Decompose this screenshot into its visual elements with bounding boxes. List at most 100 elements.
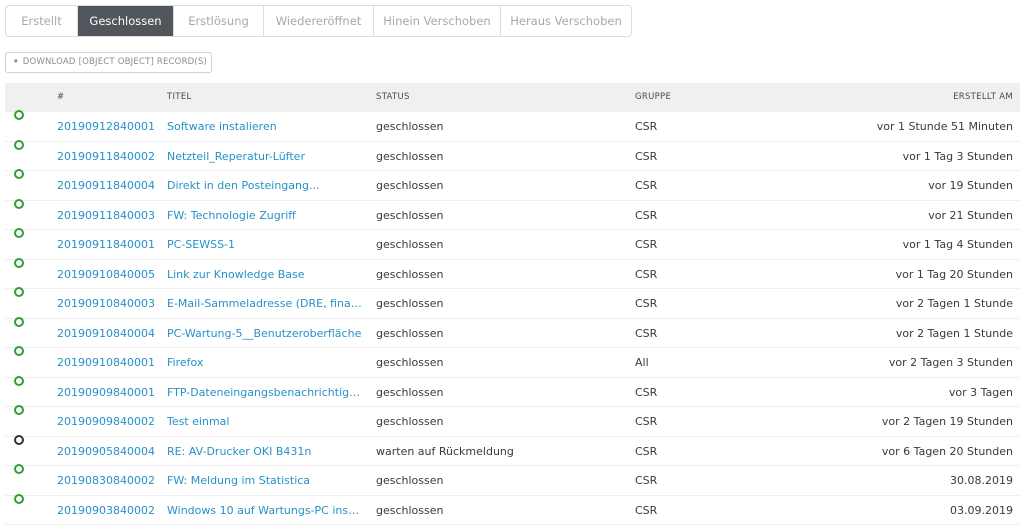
table-row[interactable]: 20190909840001 FTP-Dateneingangsbenachric… [5,375,1020,407]
ticket-title-link[interactable]: Test einmal [167,407,363,436]
ticket-group: CSR [635,385,658,399]
table-row[interactable]: 20190905840004 RE: AV-Drucker OKI B431n wa… [5,434,1020,466]
download-label: DOWNLOAD [OBJECT OBJECT] RECORD(S) [22,57,208,67]
table-row[interactable]: 20190911840004 Direkt in den Posteingang.… [5,169,1020,201]
tab-erstellt[interactable]: Erstellt [6,6,77,36]
ticket-status: geschlossen [376,385,444,399]
ticket-title-link[interactable]: PC-SEWSS-1 [167,230,363,259]
ticket-group: CSR [635,503,658,517]
ticket-title-link[interactable]: Windows 10 auf Wartungs-PC installier... [167,496,363,525]
ticket-number-link[interactable]: 20190911840002 [57,142,155,171]
column-title[interactable]: TITEL [167,83,363,112]
ticket-status: geschlossen [376,356,444,369]
ticket-created: vor 1 Tag 4 Stunden [902,238,1013,251]
ticket-group: CSR [635,326,658,340]
ticket-number-link[interactable]: 20190909840001 [57,378,155,407]
download-icon: 🠻 [13,57,19,67]
ticket-status: geschlossen [376,474,444,487]
table-row[interactable]: 20190903840002 Windows 10 auf Wartungs-PC… [5,493,1020,525]
column-group[interactable]: GRUPPE [635,83,671,112]
ticket-number-link[interactable]: 20190912840001 [57,112,155,141]
status-circle-icon [14,198,24,209]
ticket-number-link[interactable]: 20190910840003 [57,289,155,318]
table-row[interactable]: 20190910840005 Link zur Knowledge Base ges… [5,257,1020,289]
ticket-status: geschlossen [376,149,444,163]
ticket-title-link[interactable]: Firefox [167,348,363,377]
status-circle-icon [14,169,24,179]
ticket-title-link[interactable]: Direkt in den Posteingang... [167,171,363,200]
ticket-created: vor 2 Tagen 19 Stunden [881,415,1013,428]
ticket-title-link[interactable]: Software instalieren [167,112,363,141]
column-created[interactable]: ERSTELLT AM [953,83,1013,112]
ticket-status: geschlossen [376,503,444,517]
ticket-created: vor 3 Tagen [948,385,1013,399]
ticket-number-link[interactable]: 20190911840003 [57,201,155,230]
ticket-number-link[interactable]: 20190905840004 [57,437,155,466]
ticket-group: CSR [635,149,658,163]
ticket-group: CSR [635,208,658,222]
ticket-title-link[interactable]: Netzteil_Reperatur-Lüfter [167,142,363,171]
ticket-created: vor 6 Tagen 20 Stunden [881,444,1013,458]
ticket-number-link[interactable]: 20190910840005 [57,260,155,289]
ticket-title-link[interactable]: E-Mail-Sammeladresse (DRE, final etc):..… [167,289,363,318]
tab-heraus-verschoben[interactable]: Heraus Verschoben [500,6,631,36]
ticket-group: CSR [635,444,658,458]
ticket-status: geschlossen [376,326,444,340]
table-row[interactable]: 20190830840002 FW: Meldung im Statistica g… [5,464,1020,496]
tab-wiedereroeffnet[interactable]: Wiedereröffnet [263,6,373,36]
column-number[interactable]: # [57,83,64,112]
table-body: 20190912840001 Software instalieren geschl… [5,110,1020,525]
table-row[interactable]: 20190911840001 PC-SEWSS-1 geschlossen CSR vo… [5,228,1020,260]
ticket-title-link[interactable]: FW: Technologie Zugriff [167,201,363,230]
ticket-status: geschlossen [376,179,444,192]
ticket-status: geschlossen [376,415,444,428]
ticket-title-link[interactable]: PC-Wartung-5__Benutzeroberfläche [167,319,363,348]
table-row[interactable]: 20190912840001 Software instalieren geschl… [5,110,1020,142]
ticket-group: CSR [635,415,658,428]
ticket-number-link[interactable]: 20190911840001 [57,230,155,259]
status-circle-icon [14,287,24,297]
download-button[interactable]: 🠻 DOWNLOAD [OBJECT OBJECT] RECORD(S) [5,52,212,73]
ticket-number-link[interactable]: 20190830840002 [57,466,155,495]
status-circle-icon [14,405,24,415]
status-circle-icon [14,434,24,445]
ticket-title-link[interactable]: Link zur Knowledge Base [167,260,363,289]
tab-geschlossen[interactable]: Geschlossen [77,6,173,36]
table-row[interactable]: 20190910840003 E-Mail-Sammeladresse (DRE,… [5,287,1020,319]
table-row[interactable]: 20190911840002 Netzteil_Reperatur-Lüfter g… [5,139,1020,171]
tab-hinein-verschoben[interactable]: Hinein Verschoben [373,6,500,36]
ticket-status: geschlossen [376,208,444,222]
ticket-number-link[interactable]: 20190910840001 [57,348,155,377]
ticket-created: vor 2 Tagen 3 Stunden [888,356,1013,369]
column-status[interactable]: STATUS [376,83,410,112]
ticket-number-link[interactable]: 20190911840004 [57,171,155,200]
ticket-status: geschlossen [376,297,444,310]
ticket-group: CSR [635,474,658,487]
table-row[interactable]: 20190909840002 Test einmal geschlossen CSR v… [5,405,1020,437]
table-row[interactable]: 20190910840001 Firefox geschlossen All vor 2… [5,346,1020,378]
table-row[interactable]: 20190910840004 PC-Wartung-5__Benutzerober… [5,316,1020,348]
table-row[interactable]: 20190911840003 FW: Technologie Zugriff ges… [5,198,1020,230]
ticket-created: 03.09.2019 [950,503,1013,517]
ticket-status: geschlossen [376,120,444,133]
ticket-created: vor 2 Tagen 1 Stunde [895,326,1013,340]
status-circle-icon [14,257,24,268]
state-tabs: Erstellt Geschlossen Erstlösung Wiederer… [5,5,632,37]
ticket-group: CSR [635,120,658,133]
ticket-group: CSR [635,297,658,310]
ticket-title-link[interactable]: RE: AV-Drucker OKI B431n [167,437,363,466]
ticket-group: CSR [635,267,658,281]
tab-erstloesung[interactable]: Erstlösung [173,6,263,36]
ticket-number-link[interactable]: 20190910840004 [57,319,155,348]
ticket-number-link[interactable]: 20190909840002 [57,407,155,436]
ticket-status: warten auf Rückmeldung [376,444,514,458]
ticket-created: vor 1 Tag 3 Stunden [902,149,1013,163]
ticket-created: vor 1 Tag 20 Stunden [895,267,1013,281]
ticket-created: vor 19 Stunden [928,179,1013,192]
status-circle-icon [14,316,24,327]
ticket-title-link[interactable]: FTP-Dateneingangsbenachrichtigungs... [167,378,363,407]
ticket-title-link[interactable]: FW: Meldung im Statistica [167,466,363,495]
ticket-number-link[interactable]: 20190903840002 [57,496,155,525]
ticket-status: geschlossen [376,267,444,281]
ticket-group: CSR [635,179,658,192]
